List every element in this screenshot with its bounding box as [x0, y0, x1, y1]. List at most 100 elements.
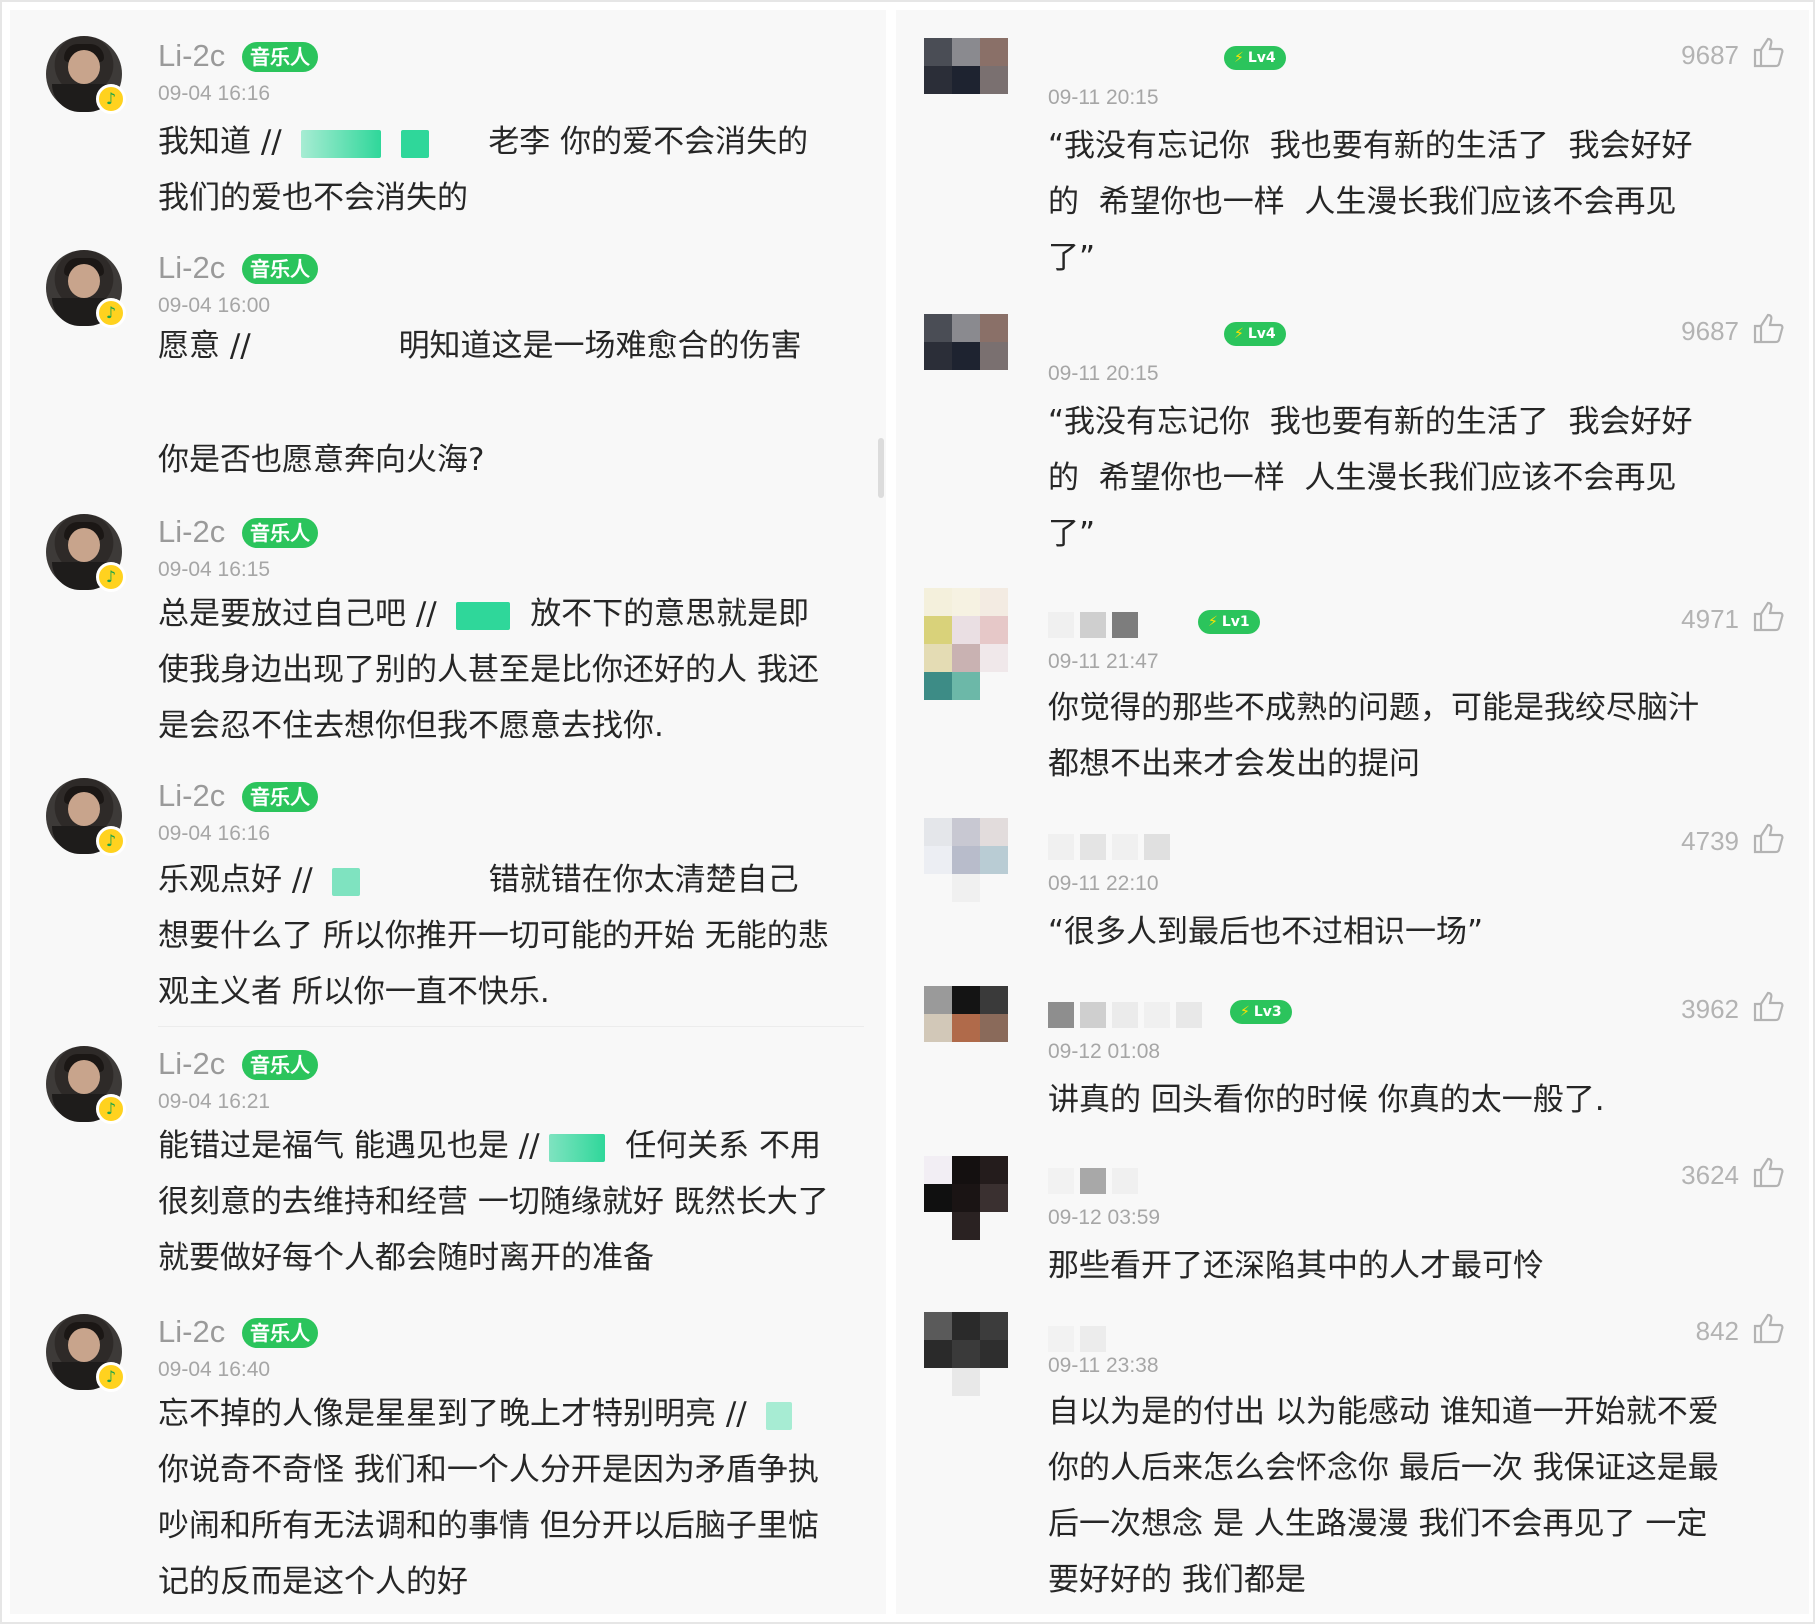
blurred-username: [401, 129, 430, 158]
comment-item: ♪ Li-2c 音乐人 09-04 16:15 总是要放过自己吧 // 放不下的…: [10, 506, 886, 756]
like-count: 4971: [1681, 604, 1739, 634]
comment-time: 09-11 22:10: [1048, 872, 1159, 895]
lightning-icon: ⚡: [1234, 326, 1244, 342]
comment-item: ⚡ Lv4 9687 09-11 20:15 “我没有忘记你 我也要有新的生活了 …: [896, 24, 1809, 284]
divider: [158, 1026, 864, 1027]
user-avatar[interactable]: ♪: [46, 36, 126, 114]
user-avatar[interactable]: [924, 1156, 1008, 1240]
comment-time: 09-11 21:47: [1048, 650, 1159, 673]
comment-time: 09-04 16:40: [158, 1358, 271, 1381]
music-note-icon: ♪: [96, 826, 126, 856]
comment-item: ♪ Li-2c 音乐人 09-04 16:21 能错过是福气 能遇见也是 // …: [10, 1038, 886, 1288]
user-name[interactable]: Li-2c: [158, 778, 225, 814]
comment-item: ⚡ Lv4 9687 09-11 20:15 “我没有忘记你 我也要有新的生活了 …: [896, 300, 1809, 570]
thumbs-up-icon[interactable]: [1751, 822, 1787, 856]
lightning-icon: ⚡: [1234, 50, 1244, 66]
user-avatar[interactable]: ♪: [46, 1046, 126, 1124]
left-comment-panel: ♪ Li-2c 音乐人 09-04 16:16 我知道 // 老李 你的爱不会消…: [10, 10, 886, 1614]
music-note-icon: ♪: [96, 1362, 126, 1392]
comment-text: 你是否也愿意奔向火海?: [158, 442, 485, 478]
like-count: 3624: [1681, 1160, 1739, 1190]
musician-tag: 音乐人: [242, 254, 318, 284]
user-name[interactable]: Li-2c: [158, 1046, 225, 1082]
user-avatar[interactable]: [924, 314, 1008, 398]
comment-time: 09-04 16:16: [158, 82, 271, 105]
comment-item: ⚡ Lv1 4971 09-11 21:47 你觉得的那些不成熟的问题，可能是我绞…: [896, 582, 1809, 792]
comment-text: 你觉得的那些不成熟的问题，可能是我绞尽脑汁 都想不出来才会发出的提问: [1048, 690, 1699, 782]
comment-text: 能错过是福气 能遇见也是 // 任何关系 不用 很刻意的去维持和经营 一切随缘就…: [158, 1128, 829, 1276]
comment-item: ⚡ Lv3 3962 09-12 01:08 讲真的 回头看你的时候 你真的太一般…: [896, 976, 1809, 1136]
blurred-username: [1048, 834, 1170, 860]
music-note-icon: ♪: [96, 298, 126, 328]
comment-item: ♪ Li-2c 音乐人 09-04 16:40 忘不掉的人像是星星到了晚上才特别…: [10, 1306, 886, 1606]
user-avatar[interactable]: ♪: [46, 514, 126, 592]
thumbs-up-icon[interactable]: [1751, 312, 1787, 346]
screenshot-frame: ♪ Li-2c 音乐人 09-04 16:16 我知道 // 老李 你的爱不会消…: [0, 0, 1815, 1624]
thumbs-up-icon[interactable]: [1751, 1312, 1787, 1346]
comment-text: 自以为是的付出 以为能感动 谁知道一开始就不爱 你的人后来怎么会怀念你 最后一次…: [1048, 1394, 1719, 1598]
musician-tag: 音乐人: [242, 1318, 318, 1348]
like-count: 9687: [1681, 316, 1739, 346]
comment-text: “我没有忘记你 我也要有新的生活了 我会好好 的 希望你也一样 人生漫长我们应该…: [1048, 128, 1693, 276]
comment-text: 忘不掉的人像是星星到了晚上才特别明亮 // 你说奇不奇怪 我们和一个人分开是因为…: [158, 1396, 819, 1600]
user-name[interactable]: Li-2c: [158, 1314, 225, 1350]
blurred-username: [766, 1401, 793, 1430]
user-avatar[interactable]: [924, 38, 1008, 122]
user-name[interactable]: Li-2c: [158, 38, 225, 74]
thumbs-up-icon[interactable]: [1751, 36, 1787, 70]
comment-time: 09-04 16:16: [158, 822, 271, 845]
music-note-icon: ♪: [96, 1094, 126, 1124]
comment-time: 09-04 16:00: [158, 294, 271, 317]
blurred-username: [1048, 1168, 1138, 1194]
music-note-icon: ♪: [96, 84, 126, 114]
blurred-username: [1048, 1002, 1202, 1028]
blurred-username: [1048, 612, 1138, 638]
comment-time: 09-12 01:08: [1048, 1040, 1161, 1063]
comment-text: 讲真的 回头看你的时候 你真的太一般了.: [1048, 1082, 1605, 1118]
user-avatar[interactable]: [924, 588, 1008, 700]
blurred-username: [456, 601, 511, 630]
comment-text: 总是要放过自己吧 // 放不下的意思就是即 使我身边出现了别的人甚至是比你还好的…: [158, 596, 819, 744]
comment-text: 愿意 // 明知道这是一场难愈合的伤害: [158, 328, 802, 364]
level-badge: ⚡ Lv1: [1198, 610, 1260, 634]
user-avatar[interactable]: ♪: [46, 250, 126, 328]
music-note-icon: ♪: [96, 562, 126, 592]
musician-tag: 音乐人: [242, 518, 318, 548]
thumbs-up-icon[interactable]: [1751, 990, 1787, 1024]
user-avatar[interactable]: [924, 818, 1008, 902]
musician-tag: 音乐人: [242, 782, 318, 812]
like-count: 4739: [1681, 826, 1739, 856]
user-avatar[interactable]: [924, 986, 1008, 1070]
level-badge: ⚡ Lv4: [1224, 322, 1286, 346]
like-count: 9687: [1681, 40, 1739, 70]
thumbs-up-icon[interactable]: [1751, 600, 1787, 634]
comment-text: “我没有忘记你 我也要有新的生活了 我会好好 的 希望你也一样 人生漫长我们应该…: [1048, 404, 1693, 552]
comment-time: 09-11 20:15: [1048, 362, 1159, 385]
comment-item: 3624 09-12 03:59 那些看开了还深陷其中的人才最可怜: [896, 1142, 1809, 1292]
comment-item: ♪ Li-2c 音乐人 09-04 16:00 愿意 // 明知道这是一场难愈合…: [10, 242, 886, 492]
scrollbar-thumb[interactable]: [878, 438, 884, 498]
like-count: 842: [1695, 1316, 1739, 1346]
blurred-username: [549, 1133, 606, 1162]
right-comment-panel: ⚡ Lv4 9687 09-11 20:15 “我没有忘记你 我也要有新的生活了 …: [896, 10, 1809, 1614]
musician-tag: 音乐人: [242, 42, 318, 72]
user-avatar[interactable]: ♪: [46, 1314, 126, 1392]
comment-item: ♪ Li-2c 音乐人 09-04 16:16 我知道 // 老李 你的爱不会消…: [10, 26, 886, 216]
comment-time: 09-12 03:59: [1048, 1206, 1161, 1229]
level-badge: ⚡ Lv3: [1230, 1000, 1292, 1024]
comment-item: 4739 09-11 22:10 “很多人到最后也不过相识一场”: [896, 810, 1809, 970]
comment-time: 09-11 20:15: [1048, 86, 1159, 109]
user-name[interactable]: Li-2c: [158, 514, 225, 550]
comment-item: 842 09-11 23:38 自以为是的付出 以为能感动 谁知道一开始就不爱 …: [896, 1304, 1809, 1614]
user-avatar[interactable]: ♪: [46, 778, 126, 856]
level-badge: ⚡ Lv4: [1224, 46, 1286, 70]
comment-time: 09-04 16:21: [158, 1090, 271, 1113]
musician-tag: 音乐人: [242, 1050, 318, 1080]
comment-item: ♪ Li-2c 音乐人 09-04 16:16 乐观点好 // 错就错在你太清楚…: [10, 772, 886, 1022]
thumbs-up-icon[interactable]: [1751, 1156, 1787, 1190]
user-avatar[interactable]: [924, 1312, 1008, 1396]
blurred-username: [332, 867, 361, 896]
user-name[interactable]: Li-2c: [158, 250, 225, 286]
lightning-icon: ⚡: [1208, 614, 1218, 630]
comment-time: 09-11 23:38: [1048, 1354, 1159, 1377]
